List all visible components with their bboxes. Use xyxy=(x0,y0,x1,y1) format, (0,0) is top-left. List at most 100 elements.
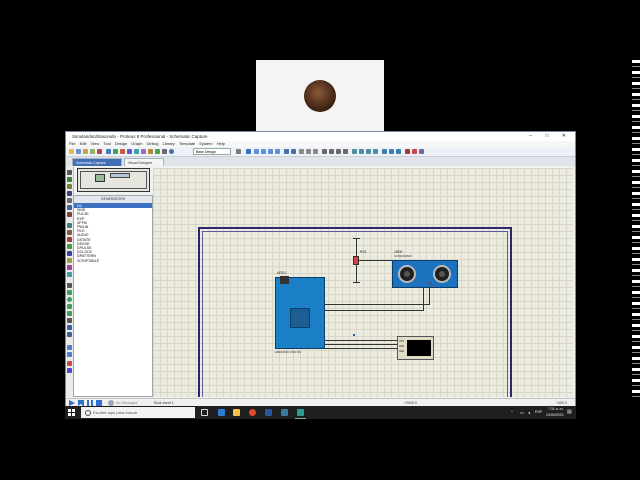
origin-icon[interactable] xyxy=(246,149,251,154)
menu-design[interactable]: Design xyxy=(115,141,127,146)
mirror-y-icon[interactable] xyxy=(67,368,72,373)
schematic-icon[interactable] xyxy=(113,149,118,154)
notifications-icon[interactable]: ▤ xyxy=(567,409,572,415)
source-code-icon[interactable] xyxy=(148,149,153,154)
tab-visual-designer[interactable]: Visual Designer xyxy=(124,158,164,166)
property-assign-icon[interactable] xyxy=(396,149,401,154)
zoom-out-icon[interactable] xyxy=(261,149,266,154)
zoom-in-icon[interactable] xyxy=(254,149,259,154)
text-script-icon[interactable] xyxy=(67,198,72,203)
lcd-display[interactable]: VSS VDD VEE xyxy=(397,336,434,360)
task-view-icon[interactable] xyxy=(201,409,208,416)
search-tag-icon[interactable] xyxy=(389,149,394,154)
subcircuit-icon[interactable] xyxy=(67,212,72,217)
pick-device-icon[interactable] xyxy=(352,149,357,154)
mirror-x-icon[interactable] xyxy=(67,361,72,366)
open-icon[interactable] xyxy=(83,149,88,154)
symbol-mode-icon[interactable] xyxy=(67,325,72,330)
clock-time[interactable]: 7:31 a. m. xyxy=(548,407,564,411)
rotate-anticlockwise-icon[interactable] xyxy=(67,352,72,357)
tab-schematic-capture[interactable]: Schematic Capture xyxy=(72,158,122,166)
network-icon[interactable]: ▭ xyxy=(520,410,524,415)
save-icon[interactable] xyxy=(76,149,81,154)
menu-tool[interactable]: Tool xyxy=(103,141,110,146)
undo-icon[interactable] xyxy=(284,149,289,154)
schematic-canvas[interactable]: RV1 ARD1 ARDUINO UNO R3 U500 ULTRASONIC xyxy=(153,168,573,397)
circle-mode-icon[interactable] xyxy=(67,297,72,302)
tape-recorder-icon[interactable] xyxy=(67,244,72,249)
terminals-icon[interactable] xyxy=(67,223,72,228)
delete-icon[interactable] xyxy=(412,149,417,154)
rotate-clockwise-icon[interactable] xyxy=(67,345,72,350)
file-explorer-icon[interactable] xyxy=(233,409,240,416)
windows-start-icon[interactable] xyxy=(68,409,75,416)
cut-icon[interactable] xyxy=(299,149,304,154)
wire-label-icon[interactable] xyxy=(67,191,72,196)
proteus-taskbar-icon[interactable] xyxy=(297,409,304,416)
block-delete-icon[interactable] xyxy=(343,149,348,154)
design-explorer-icon[interactable] xyxy=(419,149,424,154)
import-icon[interactable] xyxy=(90,149,95,154)
help-icon[interactable] xyxy=(169,149,174,154)
generator-icon[interactable] xyxy=(67,251,72,256)
menu-library[interactable]: Library xyxy=(163,141,175,146)
junction-dot-icon[interactable] xyxy=(67,184,72,189)
close-project-icon[interactable] xyxy=(97,149,102,154)
line-mode-icon[interactable] xyxy=(67,283,72,288)
arduino-uno-board[interactable] xyxy=(275,277,325,349)
edge-browser-icon[interactable] xyxy=(218,409,225,416)
folder-icon[interactable] xyxy=(69,149,74,154)
component-mode-icon[interactable] xyxy=(67,177,72,182)
tray-chevron-icon[interactable]: ^ xyxy=(511,410,513,414)
refresh-icon[interactable] xyxy=(236,149,241,154)
menu-template[interactable]: Template xyxy=(179,141,195,146)
ultrasonic-sensor[interactable] xyxy=(392,260,458,288)
menu-help[interactable]: Help xyxy=(217,141,225,146)
media-player-icon[interactable] xyxy=(249,409,256,416)
clock-date[interactable]: 24/09/2020 xyxy=(546,413,564,417)
taskbar-search-input[interactable]: Escribe aquí para buscar xyxy=(81,407,195,418)
design-select[interactable]: Base Design xyxy=(193,148,231,155)
app-icon[interactable] xyxy=(281,409,288,416)
arc-mode-icon[interactable] xyxy=(67,304,72,309)
decompose-icon[interactable] xyxy=(373,149,378,154)
block-copy-icon[interactable] xyxy=(322,149,327,154)
device-pins-icon[interactable] xyxy=(67,230,72,235)
menu-view[interactable]: View xyxy=(91,141,100,146)
paste-icon[interactable] xyxy=(313,149,318,154)
virtual-instruments-icon[interactable] xyxy=(67,272,72,277)
3d-icon[interactable] xyxy=(127,149,132,154)
block-rotate-icon[interactable] xyxy=(336,149,341,154)
make-device-icon[interactable] xyxy=(359,149,364,154)
netlist-icon[interactable] xyxy=(405,149,410,154)
word-icon[interactable] xyxy=(265,409,272,416)
pcb-icon[interactable] xyxy=(120,149,125,154)
menu-edit[interactable]: Edit xyxy=(80,141,87,146)
graph-icon[interactable] xyxy=(67,237,72,242)
zoom-all-icon[interactable] xyxy=(268,149,273,154)
voltage-probe-icon[interactable] xyxy=(67,258,72,263)
buses-icon[interactable] xyxy=(67,205,72,210)
language-indicator[interactable]: ESP xyxy=(535,410,542,414)
info-icon[interactable] xyxy=(162,149,167,154)
menu-debug[interactable]: Debug xyxy=(147,141,159,146)
vsm-icon[interactable] xyxy=(155,149,160,154)
redo-icon[interactable] xyxy=(291,149,296,154)
volume-icon[interactable]: ◂ xyxy=(528,410,530,415)
menu-graph[interactable]: Graph xyxy=(131,141,142,146)
copy-icon[interactable] xyxy=(306,149,311,154)
bom-icon[interactable] xyxy=(141,149,146,154)
home-icon[interactable] xyxy=(106,149,111,154)
block-move-icon[interactable] xyxy=(329,149,334,154)
zoom-area-icon[interactable] xyxy=(275,149,280,154)
packaging-icon[interactable] xyxy=(366,149,371,154)
marker-mode-icon[interactable] xyxy=(67,332,72,337)
gerber-icon[interactable] xyxy=(134,149,139,154)
menu-file[interactable]: File xyxy=(69,141,75,146)
selection-mode-icon[interactable] xyxy=(67,170,72,175)
overview-window[interactable] xyxy=(77,168,150,192)
menu-system[interactable]: System xyxy=(199,141,212,146)
box-mode-icon[interactable] xyxy=(67,290,72,295)
list-item[interactable]: SCRIPTABLE xyxy=(77,259,149,263)
wire-autorouter-icon[interactable] xyxy=(382,149,387,154)
